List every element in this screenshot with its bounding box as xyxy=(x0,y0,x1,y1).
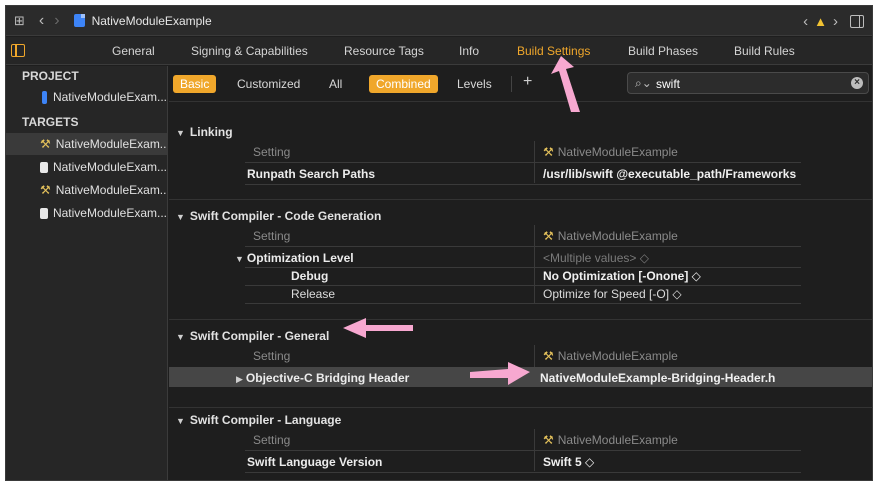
annotation-arrows xyxy=(343,56,580,385)
arrow-to-build-settings-tab xyxy=(551,56,580,112)
arrow-to-swift-general-section xyxy=(343,318,413,338)
arrow-to-bridging-header-value xyxy=(470,362,530,385)
